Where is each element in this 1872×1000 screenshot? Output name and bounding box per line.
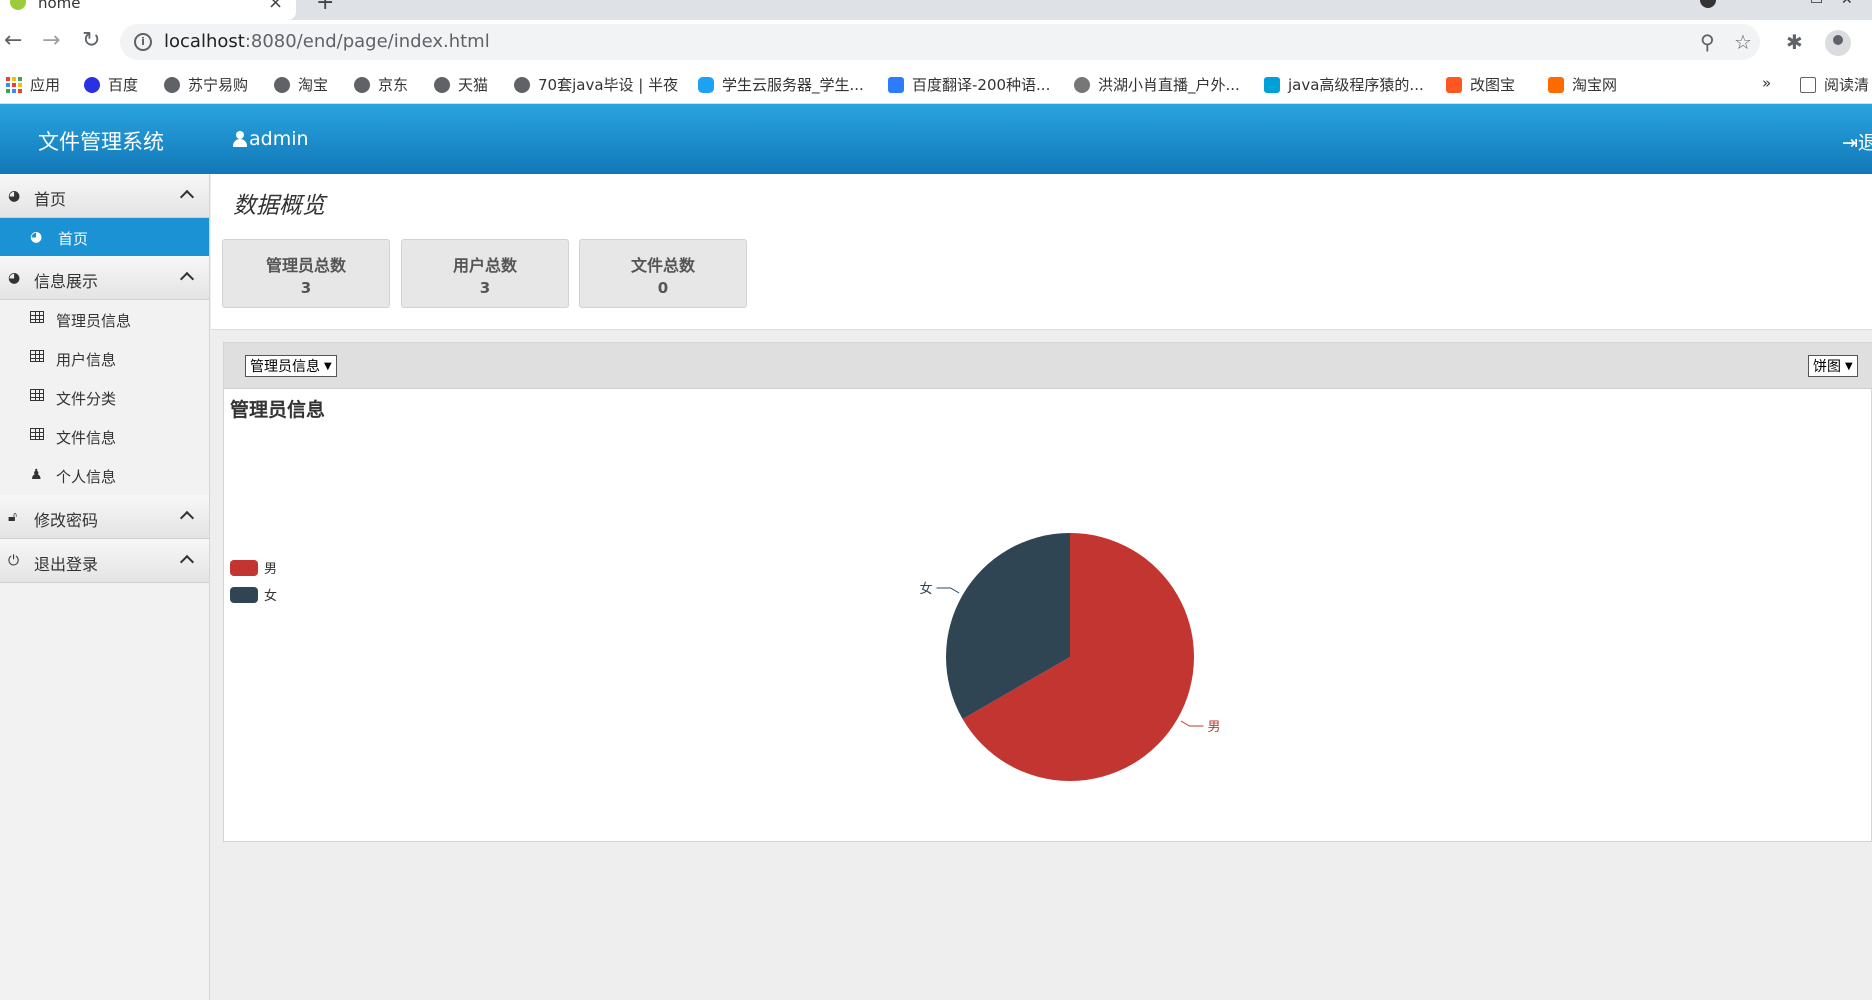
zoom-icon[interactable]: ⚲ <box>1700 30 1715 54</box>
lock-icon: 🔓︎ <box>8 509 18 525</box>
chevron-up-icon <box>179 554 195 570</box>
browser-toolbar: ← → ↻ i localhost:8080/end/page/index.ht… <box>0 20 1872 64</box>
chart-panel-toolbar: 管理员信息 ▼ 饼图 ▼ <box>224 343 1872 389</box>
chevron-up-icon <box>179 510 195 526</box>
pie-label-female: 女 <box>919 581 932 597</box>
data-source-select[interactable]: 管理员信息 ▼ <box>245 355 337 377</box>
stat-card-admins: 管理员总数 3 <box>222 239 390 308</box>
sidebar-group-info[interactable]: ◕ 信息展示 <box>0 256 209 300</box>
baidu-icon <box>84 76 100 93</box>
user-icon: ♟ <box>30 467 43 483</box>
pie-label-male: 男 <box>1208 720 1221 735</box>
stat-card-users: 用户总数 3 <box>401 239 569 308</box>
sidebar-group-logout[interactable]: ⏻ 退出登录 <box>0 539 209 583</box>
app-title[interactable]: 文件管理系统 <box>38 126 164 156</box>
sidebar-item-file-info[interactable]: 文件信息 <box>0 417 209 456</box>
current-user[interactable]: admin <box>233 128 309 150</box>
tab-title: home <box>38 0 81 12</box>
sidebar: ◕ 首页 ◕ 首页 ◕ 信息展示 管理员信息 用户信息 文件分类 文件信息 ♟ … <box>0 174 210 1000</box>
bookmark-baidu[interactable]: 百度 <box>84 74 138 95</box>
bookmark-live-stream[interactable]: 洪湖小肖直播_户外... <box>1074 74 1240 95</box>
globe-icon <box>274 76 290 93</box>
bookmark-jd[interactable]: 京东 <box>354 74 408 95</box>
sidebar-item-file-category[interactable]: 文件分类 <box>0 378 209 417</box>
bookmark-tmall[interactable]: 天猫 <box>434 74 488 95</box>
bookmark-java-senior[interactable]: java高级程序猿的... <box>1264 74 1424 95</box>
bookmark-taobao-net[interactable]: 淘宝网 <box>1548 74 1617 95</box>
table-icon <box>30 311 44 327</box>
main-content: 数据概览 管理员总数 3 用户总数 3 文件总数 0 管理员信息 ▼ 饼图 ▼ … <box>211 174 1872 1000</box>
globe-icon <box>514 76 530 93</box>
user-icon <box>233 131 247 147</box>
chart-panel: 管理员信息 ▼ 饼图 ▼ 管理员信息 男 女 男女 <box>223 342 1872 842</box>
site-info-icon[interactable]: i <box>134 33 152 51</box>
back-icon[interactable]: ← <box>4 28 22 54</box>
forward-icon[interactable]: → <box>42 28 60 54</box>
address-bar[interactable]: i localhost:8080/end/page/index.html ⚲ ☆ <box>120 24 1760 60</box>
window-controls[interactable]: ▭ ✕ <box>1810 0 1853 8</box>
bird-icon <box>1074 76 1090 93</box>
sidebar-item-user-info[interactable]: 用户信息 <box>0 339 209 378</box>
more-bookmarks-button[interactable]: » <box>1762 74 1771 92</box>
table-icon <box>30 389 44 405</box>
chevron-up-icon <box>179 189 195 205</box>
bilibili-icon <box>1264 76 1280 93</box>
bookmark-star-icon[interactable]: ☆ <box>1734 30 1752 54</box>
browser-tab[interactable]: home × <box>0 0 296 20</box>
sidebar-item-personal-info[interactable]: ♟ 个人信息 <box>0 456 209 495</box>
reading-list[interactable]: 阅读清 <box>1800 74 1869 95</box>
extensions-icon[interactable]: ✱ <box>1786 30 1803 54</box>
pie-chart: 男女 <box>919 533 1221 781</box>
chevron-down-icon: ▼ <box>1845 360 1853 372</box>
browser-tabstrip: home × + ▭ ✕ <box>0 0 1872 20</box>
gaitubao-icon <box>1446 76 1462 93</box>
profile-avatar[interactable] <box>1825 30 1851 56</box>
power-icon: ⏻ <box>8 553 20 569</box>
globe-icon <box>354 76 370 93</box>
cloud-icon <box>698 76 714 93</box>
pie-label-line-female <box>936 587 960 594</box>
pie-label-line-male <box>1180 720 1204 727</box>
sidebar-item-home[interactable]: ◕ 首页 <box>0 218 209 256</box>
sidebar-item-admin-info[interactable]: 管理员信息 <box>0 300 209 339</box>
chevron-down-icon: ▼ <box>324 360 332 372</box>
bookmark-baidu-translate[interactable]: 百度翻译-200种语... <box>888 74 1050 95</box>
tab-favicon-icon <box>10 0 26 10</box>
overview-section: 数据概览 管理员总数 3 用户总数 3 文件总数 0 <box>211 174 1872 330</box>
close-tab-icon[interactable]: × <box>268 0 283 13</box>
sidebar-group-home[interactable]: ◕ 首页 <box>0 174 209 218</box>
reload-icon[interactable]: ↻ <box>82 28 100 54</box>
url-text[interactable]: localhost:8080/end/page/index.html <box>164 31 490 52</box>
globe-icon <box>434 76 450 93</box>
table-icon <box>30 428 44 444</box>
new-tab-icon[interactable]: + <box>316 0 334 15</box>
chevron-up-icon <box>179 271 195 287</box>
dashboard-icon: ◕ <box>8 188 21 204</box>
chart-type-select[interactable]: 饼图 ▼ <box>1808 355 1858 377</box>
taobao-icon <box>1548 76 1564 93</box>
table-icon <box>30 350 44 366</box>
bookmark-apps[interactable]: 应用 <box>6 74 60 95</box>
bookmark-java-projects[interactable]: 70套java毕设 | 半夜 <box>514 74 678 95</box>
reading-list-icon <box>1800 76 1816 93</box>
bookmark-student-cloud[interactable]: 学生云服务器_学生... <box>698 74 864 95</box>
app-header: 文件管理系统 admin ⇥退 <box>0 104 1872 174</box>
stat-card-files: 文件总数 0 <box>579 239 747 308</box>
bookmark-gaitubao[interactable]: 改图宝 <box>1446 74 1515 95</box>
bookmark-taobao[interactable]: 淘宝 <box>274 74 328 95</box>
tab-search-icon[interactable] <box>1700 0 1716 8</box>
sign-out-icon: ⇥ <box>1842 132 1858 154</box>
bookmarks-bar: 应用 百度 苏宁易购 淘宝 京东 天猫 70套java毕设 | 半夜 学生云服务… <box>0 64 1872 104</box>
apps-grid-icon <box>6 76 22 93</box>
translate-icon <box>888 76 904 93</box>
bookmark-suning[interactable]: 苏宁易购 <box>164 74 248 95</box>
overview-title: 数据概览 <box>233 193 325 219</box>
logout-link[interactable]: ⇥退 <box>1842 128 1872 155</box>
dashboard-icon: ◕ <box>8 270 21 286</box>
dashboard-icon: ◕ <box>30 229 43 245</box>
globe-icon <box>164 76 180 93</box>
sidebar-group-change-password[interactable]: 🔓︎ 修改密码 <box>0 495 209 539</box>
